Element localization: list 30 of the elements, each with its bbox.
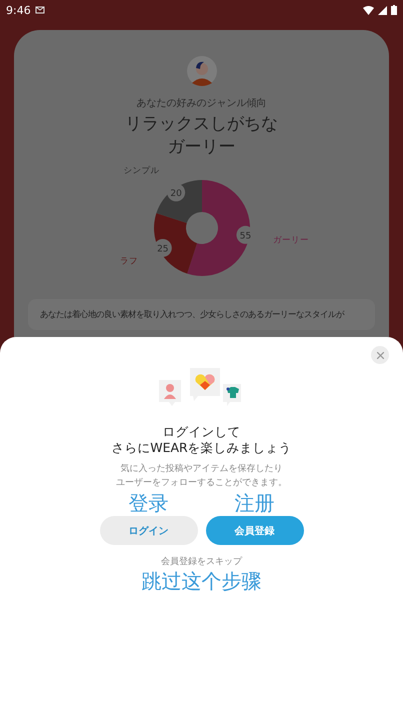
value-label: 25 — [153, 238, 172, 257]
description-text: あなたは着心地の良い素材を取り入れつつ、少女らしさのあるガーリーなスタイルが — [40, 308, 346, 321]
close-icon — [376, 352, 384, 358]
annotation-label: 注册 — [234, 490, 274, 516]
data-label: 55 — [239, 231, 251, 242]
genre-subtitle: あなたの好みのジャンル傾向 — [136, 97, 266, 110]
data-label: 25 — [156, 244, 168, 254]
sheet-description: ユーザーをフォローすることができます。 — [116, 477, 287, 490]
status-time: 9:46 — [6, 4, 31, 16]
annotation-label: 跳过这个步骤 — [142, 568, 262, 594]
avatar-icon — [186, 56, 216, 86]
value-label: 20 — [166, 183, 185, 202]
wifi-icon — [363, 6, 374, 14]
signal-icon — [378, 6, 387, 14]
genre-title: リラックスしがちな — [125, 113, 278, 136]
category-label: ガーリー — [272, 235, 309, 246]
register-button[interactable]: 会員登録 — [206, 516, 304, 545]
annotation-label: 登录 — [128, 490, 168, 516]
login-button[interactable]: ログイン — [100, 516, 198, 545]
mail-icon — [34, 6, 45, 14]
battery-icon — [391, 5, 397, 15]
sheet-title: さらにWEARを楽しみましょう — [111, 440, 292, 456]
genre-title: ガーリー — [166, 136, 236, 159]
data-label: 20 — [170, 188, 182, 199]
sheet-description: 気に入った投稿やアイテムを保存したり — [120, 462, 284, 476]
sheet-title: ログインして — [162, 424, 242, 440]
skip-link[interactable]: 会員登録をスキップ — [161, 555, 242, 568]
close-button[interactable] — [371, 346, 389, 364]
category-label: シンプル — [123, 166, 160, 176]
category-label: ラフ — [119, 256, 138, 267]
